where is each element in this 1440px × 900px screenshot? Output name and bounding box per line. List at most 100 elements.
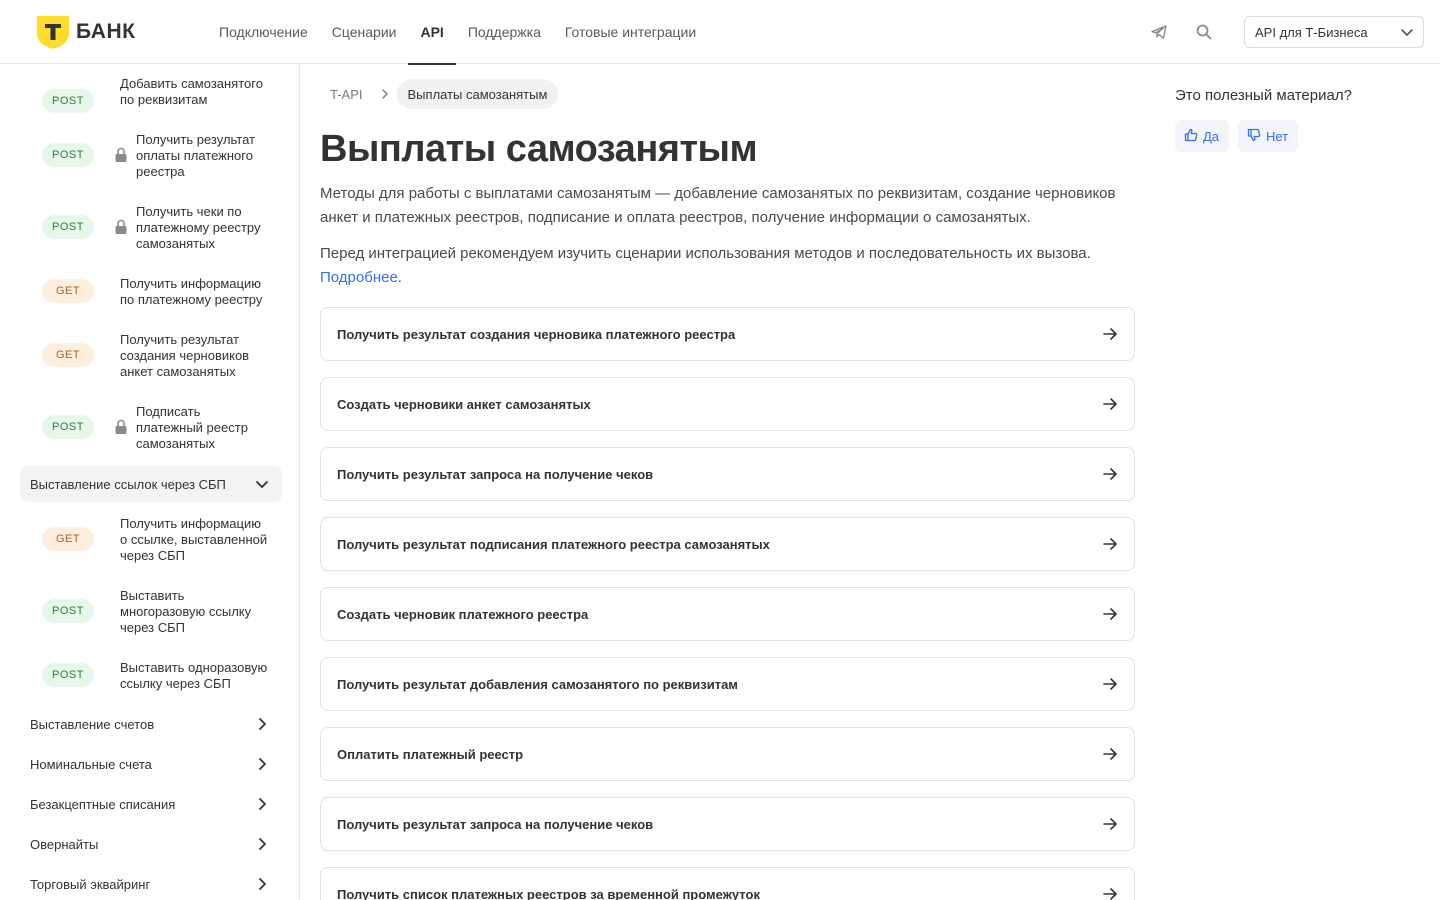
method-card[interactable]: Оплатить платежный реестр [320, 727, 1135, 781]
sidebar-method-add-selfemployed[interactable]: POST Добавить самозанятого по реквизитам [0, 74, 299, 130]
sidebar-method-sbp-link-info[interactable]: GET Получить информацию о ссылке, выстав… [0, 514, 299, 586]
sidebar-group-acquiring[interactable]: Торговый эквайринг [20, 866, 282, 900]
nav-item-integrations[interactable]: Готовые интеграции [565, 0, 696, 64]
chevron-right-icon [379, 88, 391, 100]
thumbs-down-icon [1247, 128, 1266, 145]
logo-text: БАНК [76, 20, 136, 43]
arrow-right-icon [1102, 676, 1118, 695]
sidebar-group-nominal-accounts[interactable]: Номинальные счета [20, 746, 282, 782]
method-card[interactable]: Получить результат запроса на получение … [320, 447, 1135, 501]
sidebar-method-registry-info[interactable]: GET Получить информацию по платежному ре… [0, 274, 299, 330]
chevron-right-icon [254, 796, 270, 815]
method-card[interactable]: Получить список платежных реестров за вр… [320, 867, 1135, 900]
method-card-title: Создать черновик платежного реестра [337, 606, 589, 622]
method-card-title: Оплатить платежный реестр [337, 746, 524, 762]
sidebar-method-sbp-reusable-link[interactable]: POST Выставить многоразовую ссылку через… [0, 586, 299, 658]
breadcrumb-current: Выплаты самозанятым [396, 79, 559, 109]
sidebar-method-label: Выставить многоразовую ссылку через СБП [120, 588, 252, 635]
nav-item-connection[interactable]: Подключение [219, 0, 308, 64]
method-card-title: Получить список платежных реестров за вр… [337, 886, 760, 900]
method-card[interactable]: Получить результат запроса на получение … [320, 797, 1135, 851]
chevron-down-icon [254, 476, 270, 495]
sidebar-method-label: Получить чеки по платежному реестру само… [136, 204, 261, 251]
method-badge-post: POST [42, 415, 94, 439]
nav-item-support[interactable]: Поддержка [468, 0, 541, 64]
sidebar-group-label: Номинальные счета [30, 756, 152, 772]
sidebar-method-payment-result[interactable]: POST Получить результат оплаты платежног… [0, 130, 299, 202]
feedback-no-button[interactable]: Нет [1238, 120, 1299, 152]
chevron-right-icon [254, 876, 270, 895]
more-link[interactable]: Подробнее [320, 269, 398, 286]
chevron-down-icon [1399, 24, 1415, 43]
sidebar-method-drafts-result[interactable]: GET Получить результат создания черновик… [0, 330, 299, 402]
method-badge-post: POST [42, 89, 94, 113]
arrow-right-icon [1102, 816, 1118, 835]
method-card-title: Получить результат создания черновика пл… [337, 326, 736, 342]
feedback-yes-button[interactable]: Да [1175, 120, 1230, 152]
main-nav: Подключение Сценарии API Поддержка Готов… [219, 0, 720, 65]
sidebar-method-label: Получить результат создания черновиков а… [120, 332, 250, 379]
sidebar-method-label: Подписать платежный реестр самозанятых [136, 404, 248, 451]
lock-icon [114, 419, 128, 435]
chevron-right-icon [254, 716, 270, 735]
lock-icon [114, 147, 128, 163]
arrow-right-icon [1102, 886, 1118, 900]
nav-item-api[interactable]: API [408, 0, 457, 65]
sidebar-group-overnights[interactable]: Овернайты [20, 826, 282, 862]
top-header: БАНК Подключение Сценарии API Поддержка … [0, 0, 1440, 65]
sidebar-group-label: Овернайты [30, 836, 99, 852]
sidebar-method-get-receipts[interactable]: POST Получить чеки по платежному реестру… [0, 202, 299, 274]
sidebar-group-direct-debit[interactable]: Безакцептные списания [20, 786, 282, 822]
method-badge-get: GET [42, 343, 94, 367]
feedback-no-label: Нет [1266, 128, 1289, 144]
sidebar-group-label: Торговый эквайринг [30, 876, 151, 892]
method-badge-post: POST [42, 663, 94, 687]
sidebar-group-label: Безакцептные списания [30, 796, 176, 812]
method-card[interactable]: Создать черновик платежного реестра [320, 587, 1135, 641]
logo[interactable]: БАНК [36, 15, 135, 49]
sidebar[interactable]: POST Добавить самозанятого по реквизитам… [0, 64, 300, 900]
sidebar-group-sbp-links[interactable]: Выставление ссылок через СБП [20, 466, 282, 502]
method-card-title: Создать черновики анкет самозанятых [337, 396, 591, 412]
sidebar-group-invoices[interactable]: Выставление счетов [20, 706, 282, 742]
telegram-icon[interactable] [1148, 21, 1170, 43]
method-card[interactable]: Получить результат добавления самозанято… [320, 657, 1135, 711]
lock-icon [114, 219, 128, 235]
arrow-right-icon [1102, 606, 1118, 625]
method-badge-post: POST [42, 215, 94, 239]
page-title: Выплаты самозанятым [320, 128, 758, 170]
arrow-right-icon [1102, 536, 1118, 555]
product-select-value: API для Т-Бизнеса [1255, 24, 1368, 40]
method-card-title: Получить результат запроса на получение … [337, 466, 654, 482]
breadcrumb-root-link[interactable]: T-API [320, 87, 373, 102]
nav-item-scenarios[interactable]: Сценарии [332, 0, 397, 64]
arrow-right-icon [1102, 746, 1118, 765]
breadcrumb: T-API Выплаты самозанятым [320, 79, 559, 109]
method-badge-post: POST [42, 143, 94, 167]
chevron-right-icon [254, 756, 270, 775]
page-description: Методы для работы с выплатами самозаняты… [320, 185, 1116, 226]
method-card-title: Получить результат запроса на получение … [337, 816, 654, 832]
feedback-yes-label: Да [1203, 128, 1220, 144]
search-icon[interactable] [1193, 21, 1215, 43]
sidebar-method-label: Получить результат оплаты платежного рее… [136, 132, 255, 179]
page-recommendation: Перед интеграцией рекомендуем изучить сц… [320, 245, 1091, 286]
sidebar-method-label: Получить информацию о ссылке, выставленн… [120, 516, 268, 563]
sidebar-group-label: Выставление счетов [30, 716, 155, 732]
feedback-title: Это полезный материал? [1175, 87, 1352, 104]
method-badge-post: POST [42, 599, 94, 623]
product-select[interactable]: API для Т-Бизнеса [1244, 16, 1424, 48]
main-content: T-API Выплаты самозанятым Выплаты самоза… [320, 64, 1140, 900]
sidebar-method-label: Добавить самозанятого по реквизитам [120, 76, 263, 107]
sidebar-method-sign-registry[interactable]: POST Подписать платежный реестр самозаня… [0, 402, 299, 464]
sidebar-method-label: Выставить одноразовую ссылку через СБП [120, 660, 268, 691]
arrow-right-icon [1102, 396, 1118, 415]
chevron-right-icon [254, 836, 270, 855]
method-card[interactable]: Создать черновики анкет самозанятых [320, 377, 1135, 431]
method-card[interactable]: Получить результат создания черновика пл… [320, 307, 1135, 361]
sidebar-method-label: Получить информацию по платежному реестр… [120, 276, 263, 307]
thumbs-up-icon [1184, 128, 1203, 145]
method-card[interactable]: Получить результат подписания платежного… [320, 517, 1135, 571]
method-badge-get: GET [42, 527, 94, 551]
arrow-right-icon [1102, 466, 1118, 485]
